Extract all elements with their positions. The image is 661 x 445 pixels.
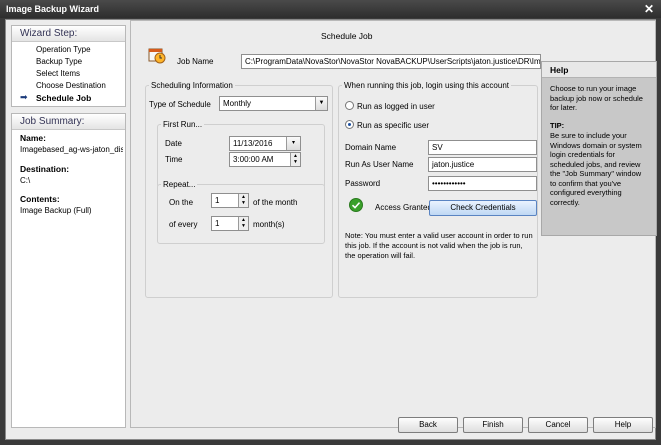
access-status: Access Granted bbox=[375, 203, 432, 212]
month-spinner-icon[interactable]: ▲ ▼ bbox=[238, 217, 248, 230]
domain-field[interactable]: SV bbox=[428, 140, 537, 155]
on-the-suffix: of the month bbox=[253, 198, 298, 207]
summary-contents-value: Image Backup (Full) bbox=[20, 206, 92, 215]
month-interval-stepper[interactable]: 1 ▲ ▼ bbox=[211, 216, 249, 231]
summary-destination-value: C:\ bbox=[20, 176, 31, 185]
on-the-label: On the bbox=[169, 198, 194, 207]
chevron-down-icon[interactable]: ▼ bbox=[315, 97, 327, 110]
wizard-client-area: Wizard Step: Operation Type Backup Type … bbox=[5, 19, 657, 440]
month-interval-value: 1 bbox=[215, 219, 220, 228]
step-operation-type[interactable]: Operation Type bbox=[36, 45, 91, 54]
every-label: of every bbox=[169, 220, 198, 229]
summary-name-value: Imagebased_ag-ws-jaton_disk bbox=[20, 145, 123, 154]
date-label: Date bbox=[165, 139, 182, 148]
calendar-clock-icon bbox=[147, 45, 167, 65]
date-value: 11/13/2016 bbox=[233, 139, 273, 148]
time-label: Time bbox=[165, 155, 183, 164]
time-spinner-icon[interactable]: ▲ ▼ bbox=[290, 153, 300, 166]
job-name-label: Job Name bbox=[177, 57, 214, 66]
date-picker[interactable]: 11/13/2016 ▾ bbox=[229, 136, 301, 151]
help-button[interactable]: Help bbox=[593, 417, 653, 433]
account-group bbox=[338, 85, 538, 298]
step-backup-type[interactable]: Backup Type bbox=[36, 57, 82, 66]
schedule-type-select[interactable]: Monthly ▼ bbox=[219, 96, 328, 111]
run-as-specific-radio[interactable] bbox=[345, 120, 354, 129]
close-icon[interactable]: ✕ bbox=[641, 2, 657, 16]
summary-contents-label: Contents: bbox=[20, 194, 60, 204]
wizard-step-heading: Wizard Step: bbox=[12, 26, 125, 42]
wizard-footer: Back Finish Cancel Help bbox=[130, 411, 656, 440]
schedule-job-page: Schedule Job Job Name C:\ProgramData\Nov… bbox=[130, 20, 657, 428]
step-schedule-job[interactable]: Schedule Job bbox=[36, 93, 91, 103]
title-bar: Image Backup Wizard ✕ bbox=[0, 0, 661, 18]
account-note: Note: You must enter a valid user accoun… bbox=[345, 231, 533, 260]
help-tip-heading: TIP: bbox=[550, 120, 565, 130]
run-as-specific-label[interactable]: Run as specific user bbox=[357, 121, 429, 130]
job-name-field[interactable]: C:\ProgramData\NovaStor\NovaStor NovaBAC… bbox=[241, 54, 541, 69]
window-title: Image Backup Wizard bbox=[6, 4, 99, 14]
day-of-month-value: 1 bbox=[215, 196, 220, 205]
finish-button[interactable]: Finish bbox=[463, 417, 523, 433]
cancel-button[interactable]: Cancel bbox=[528, 417, 588, 433]
summary-destination-label: Destination: bbox=[20, 164, 70, 174]
help-pane: Help Choose to run your image backup job… bbox=[541, 61, 657, 236]
scheduling-info-title: Scheduling Information bbox=[149, 81, 235, 90]
check-credentials-button[interactable]: Check Credentials bbox=[429, 200, 537, 216]
day-spinner-icon[interactable]: ▲ ▼ bbox=[238, 194, 248, 207]
account-group-title: When running this job, login using this … bbox=[342, 81, 511, 90]
day-of-month-stepper[interactable]: 1 ▲ ▼ bbox=[211, 193, 249, 208]
user-field[interactable]: jaton.justice bbox=[428, 157, 537, 172]
run-as-logged-in-label[interactable]: Run as logged in user bbox=[357, 102, 435, 111]
page-title: Schedule Job bbox=[321, 31, 373, 41]
every-suffix: month(s) bbox=[253, 220, 285, 229]
schedule-type-value: Monthly bbox=[223, 99, 252, 108]
job-summary-heading: Job Summary: bbox=[12, 114, 125, 130]
summary-name-label: Name: bbox=[20, 133, 46, 143]
repeat-title: Repeat... bbox=[161, 180, 198, 189]
password-field[interactable]: •••••••••••• bbox=[428, 176, 537, 191]
current-step-arrow-icon: ➡ bbox=[20, 92, 28, 102]
help-heading: Help bbox=[542, 62, 656, 78]
time-picker[interactable]: 3:00:00 AM ▲ ▼ bbox=[229, 152, 301, 167]
schedule-type-label: Type of Schedule bbox=[149, 100, 211, 109]
user-label: Run As User Name bbox=[345, 160, 414, 169]
help-body: Choose to run your image backup job now … bbox=[550, 84, 643, 112]
checkmark-icon bbox=[349, 198, 363, 212]
help-tip-body: Be sure to include your Windows domain o… bbox=[550, 131, 642, 207]
domain-label: Domain Name bbox=[345, 143, 397, 152]
password-label: Password bbox=[345, 179, 381, 188]
run-as-logged-in-radio[interactable] bbox=[345, 101, 354, 110]
step-choose-destination[interactable]: Choose Destination bbox=[36, 81, 106, 90]
wizard-step-panel: Wizard Step: Operation Type Backup Type … bbox=[11, 25, 126, 107]
back-button[interactable]: Back bbox=[398, 417, 458, 433]
step-select-items[interactable]: Select Items bbox=[36, 69, 80, 78]
calendar-dropdown-icon[interactable]: ▾ bbox=[286, 137, 300, 150]
job-summary-panel: Job Summary: Name: Imagebased_ag-ws-jato… bbox=[11, 113, 126, 428]
time-value: 3:00:00 AM bbox=[233, 155, 274, 164]
first-run-title: First Run... bbox=[161, 120, 205, 129]
